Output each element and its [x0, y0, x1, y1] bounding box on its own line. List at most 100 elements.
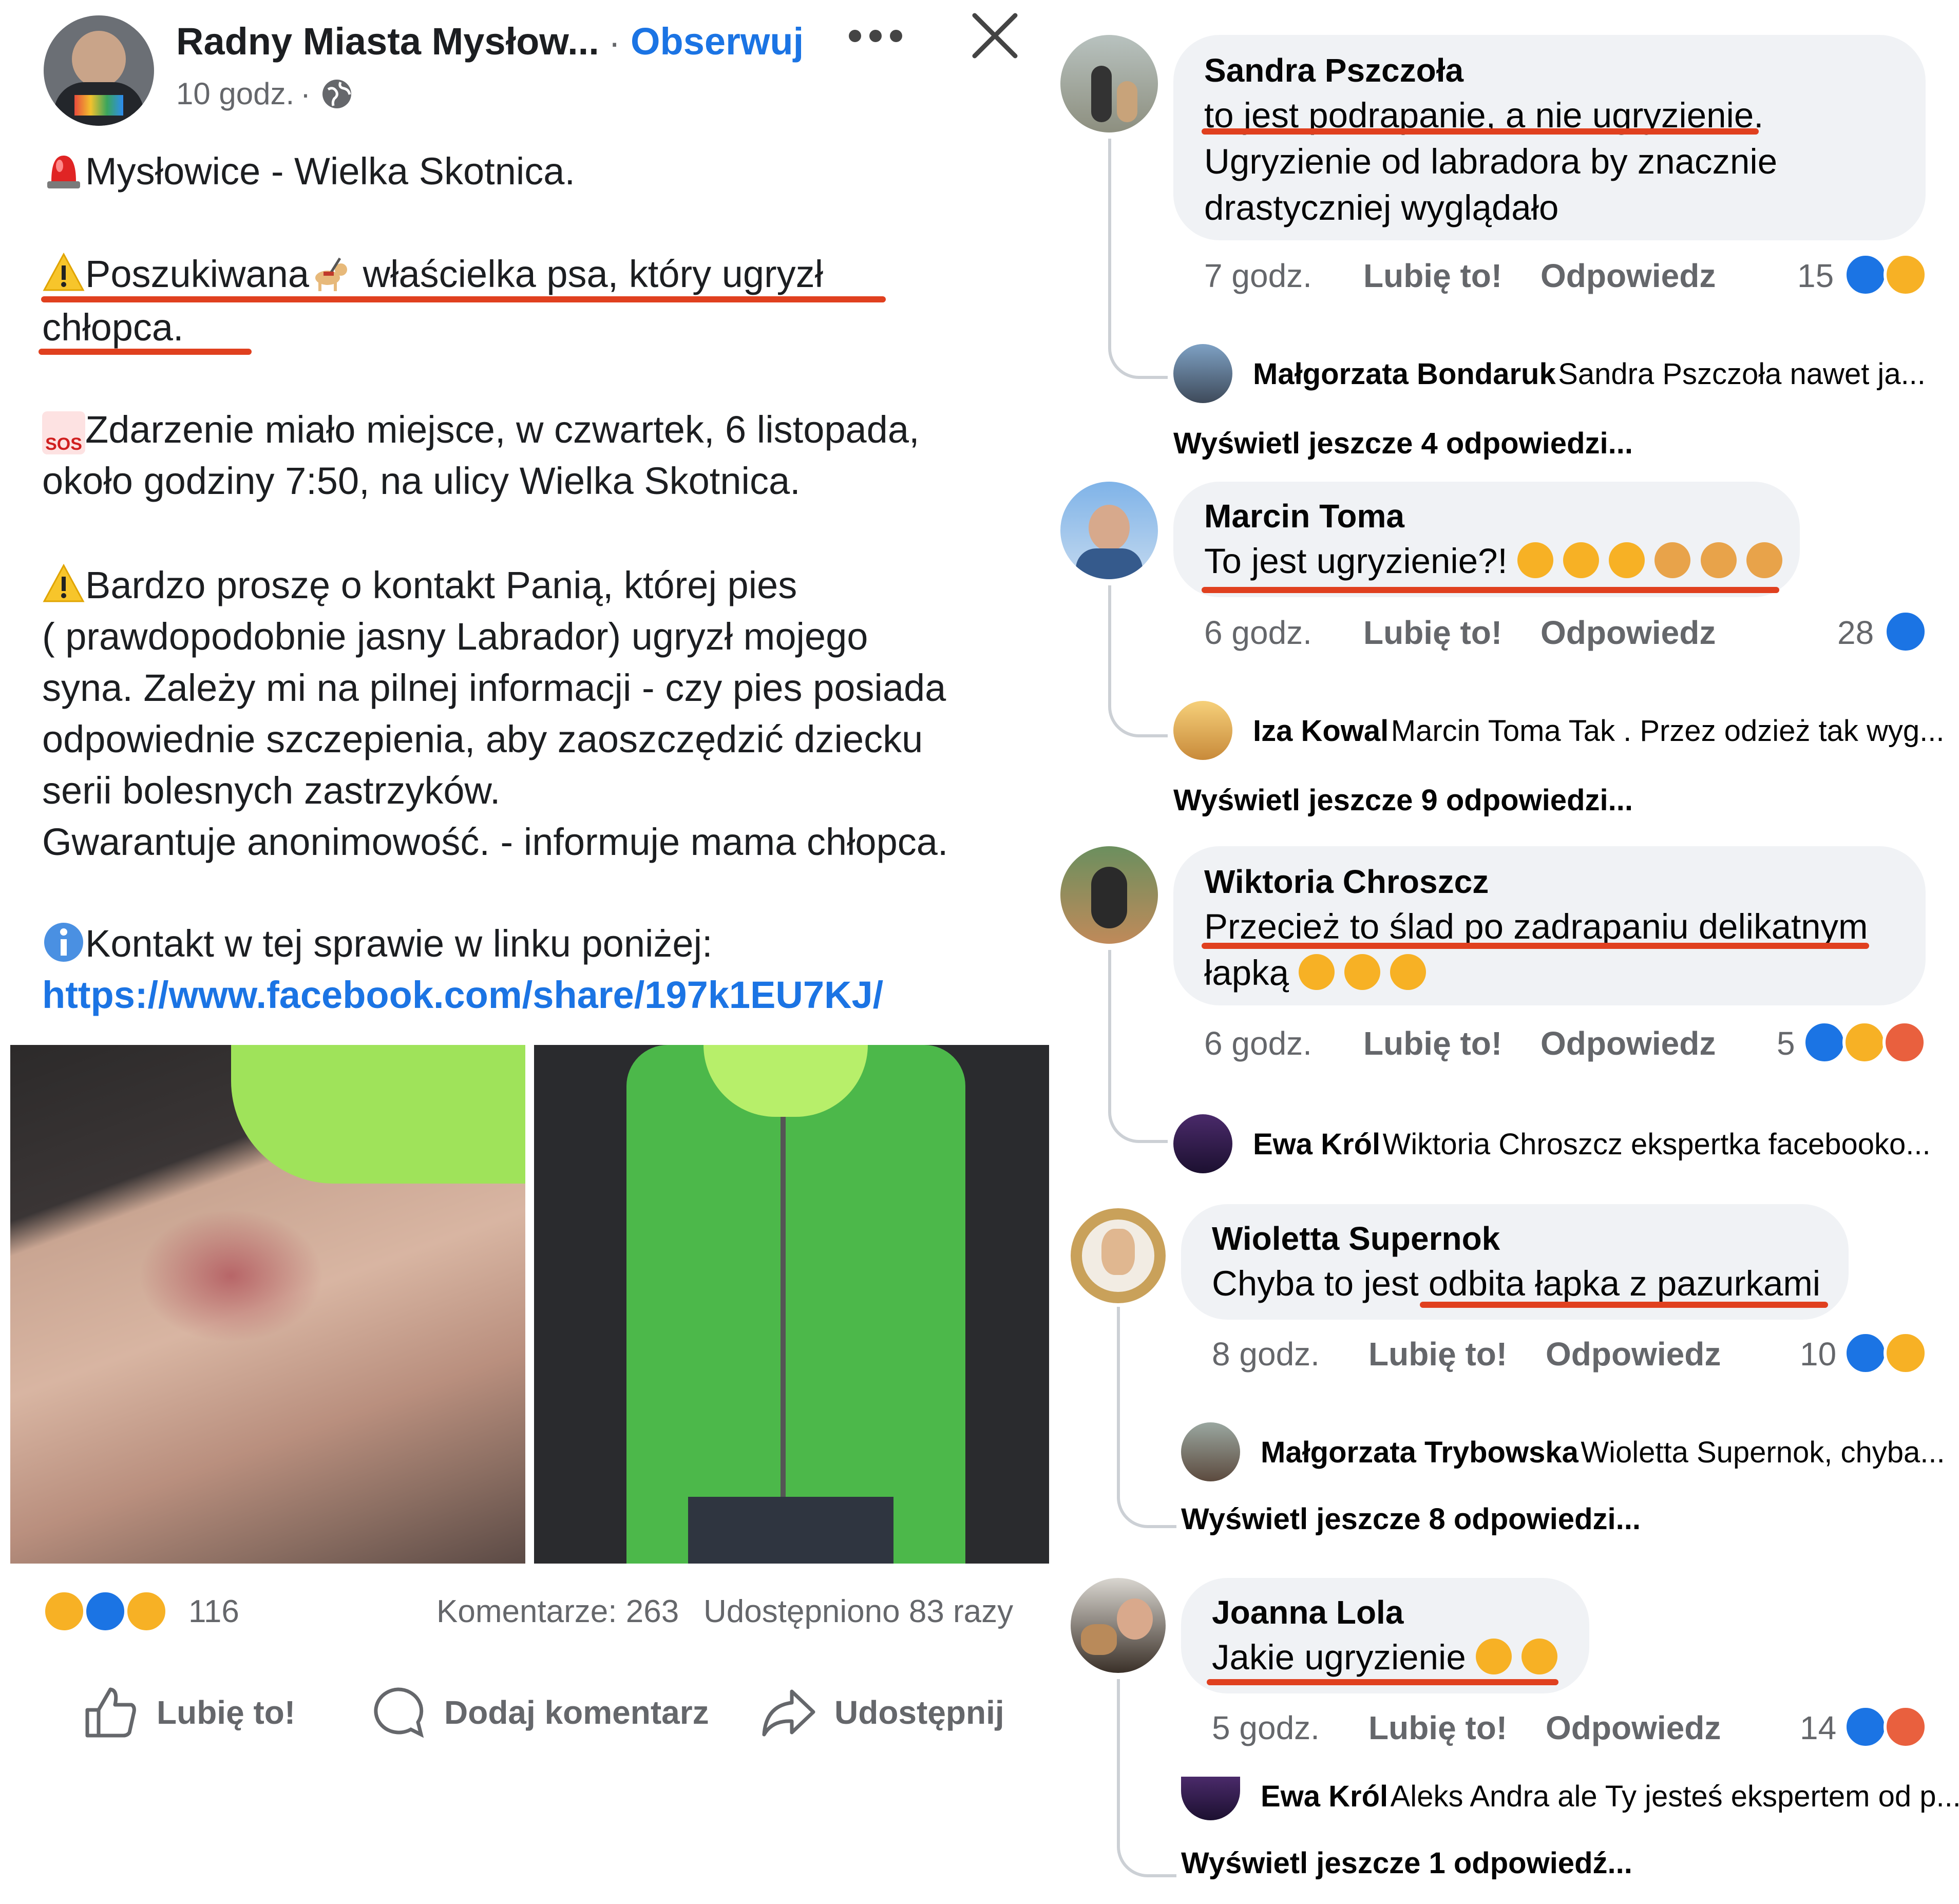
rolling-laughing-emoji-icon — [1475, 1639, 1512, 1674]
commenter-name[interactable]: Sandra Pszczoła — [1204, 51, 1463, 89]
haha-reaction-icon — [1884, 253, 1928, 297]
thread-line — [1117, 1679, 1176, 1877]
reply-avatar[interactable] — [1173, 344, 1232, 403]
comment-time[interactable]: 5 godz. — [1212, 1709, 1320, 1747]
comment-reaction-count[interactable]: 10 — [1800, 1335, 1836, 1373]
reply-avatar[interactable] — [1173, 1114, 1232, 1173]
reply-avatar[interactable] — [1181, 1422, 1240, 1481]
thread-line — [1108, 950, 1168, 1143]
sad-reaction-icon — [124, 1589, 168, 1633]
laughing-emoji-icon — [1517, 542, 1553, 578]
post-body: Mysłowice - Wielka Skotnica. — [42, 146, 1018, 197]
comment-like-button[interactable]: Lubię to! — [1363, 257, 1502, 295]
commenter-name[interactable]: Wiktoria Chroszcz — [1204, 863, 1489, 901]
reply-avatar[interactable] — [1173, 701, 1232, 760]
comment-text: Jakie ugryzienie — [1212, 1634, 1558, 1681]
view-more-replies[interactable]: Wyświetl jeszcze 9 odpowiedzi... — [1173, 783, 1633, 817]
comment-time[interactable]: 6 godz. — [1204, 1024, 1312, 1062]
thread-line — [1108, 139, 1168, 379]
post-line-1: Mysłowice - Wielka Skotnica. — [42, 146, 1018, 197]
post-timestamp[interactable]: 10 godz. — [176, 76, 294, 111]
commenter-name[interactable]: Joanna Lola — [1212, 1593, 1403, 1631]
comment-time[interactable]: 6 godz. — [1204, 614, 1312, 652]
info-icon — [42, 921, 85, 964]
commenter-avatar[interactable] — [1060, 35, 1158, 132]
comment-reaction-count[interactable]: 15 — [1797, 257, 1834, 295]
share-button[interactable]: Udostępnij — [760, 1684, 1006, 1741]
comment-like-button[interactable]: Lubię to! — [1363, 614, 1502, 652]
rolling-laughing-emoji-icon — [1521, 1639, 1558, 1674]
comment-reaction-count[interactable]: 28 — [1837, 614, 1874, 652]
like-reaction-icon — [1802, 1020, 1847, 1064]
view-more-replies[interactable]: Wyświetl jeszcze 8 odpowiedzi... — [1181, 1502, 1641, 1536]
thread-line — [1108, 585, 1168, 737]
post-author-name[interactable]: Radny Miasta Mysłow... — [176, 20, 599, 63]
like-button[interactable]: Lubię to! — [82, 1684, 298, 1741]
header-dot-separator: · — [608, 22, 621, 62]
underline-annotation — [39, 349, 252, 355]
comment-like-button[interactable]: Lubię to! — [1368, 1709, 1507, 1747]
comment-time[interactable]: 8 godz. — [1212, 1335, 1320, 1373]
facepalm-emoji-icon — [1700, 542, 1737, 578]
siren-icon — [42, 148, 85, 192]
comment-reply-button[interactable]: Odpowiedz — [1540, 614, 1716, 652]
commenter-avatar[interactable] — [1060, 846, 1158, 944]
reply-preview[interactable]: Iza Kowal Marcin Toma Tak . Przez odzież… — [1253, 714, 1944, 748]
reply-preview[interactable]: Małgorzata Bondaruk Sandra Pszczoła nawe… — [1253, 357, 1926, 391]
commenter-avatar[interactable] — [1060, 482, 1158, 579]
comment-reply-button[interactable]: Odpowiedz — [1540, 257, 1716, 295]
like-reaction-icon — [83, 1589, 127, 1633]
sos-icon: SOS — [42, 411, 85, 454]
comment-like-button[interactable]: Lubię to! — [1368, 1335, 1507, 1373]
comment-reply-button[interactable]: Odpowiedz — [1546, 1335, 1721, 1373]
like-reaction-icon — [1843, 253, 1888, 297]
reply-preview[interactable]: Ewa Król Wiktoria Chroszcz ekspertka fac… — [1253, 1127, 1931, 1162]
comment-reaction-count[interactable]: 14 — [1800, 1709, 1836, 1747]
post-line-3: chłopca. — [42, 306, 184, 349]
globe-icon — [321, 78, 353, 110]
photo-green-jacket[interactable] — [534, 1045, 1049, 1564]
comment-text: Przecież to ślad po zadrapaniu delikatny… — [1204, 907, 1868, 993]
shares-count[interactable]: Udostępniono 83 razy — [703, 1593, 1013, 1630]
commenter-name[interactable]: Wioletta Supernok — [1212, 1220, 1500, 1258]
commenter-avatar[interactable] — [1071, 1578, 1166, 1673]
laughing-emoji-icon — [1609, 542, 1645, 578]
underline-annotation — [1420, 1302, 1828, 1308]
more-icon[interactable] — [847, 28, 904, 44]
thumbs-up-icon — [85, 1687, 136, 1738]
post-paragraph-4: Kontakt w tej sprawie w linku poniżej: h… — [42, 918, 883, 1021]
comment-bubble-icon — [374, 1687, 424, 1738]
haha-reaction-icon — [42, 1589, 86, 1633]
commenter-avatar[interactable] — [1071, 1208, 1166, 1303]
comment-reply-button[interactable]: Odpowiedz — [1540, 1024, 1716, 1062]
like-reaction-icon — [1843, 1705, 1888, 1749]
guide-dog-icon — [309, 251, 352, 294]
comment-button[interactable]: Dodaj komentarz — [370, 1684, 709, 1741]
laughing-emoji-icon — [1563, 542, 1599, 578]
comment-like-button[interactable]: Lubię to! — [1363, 1024, 1502, 1062]
post-link[interactable]: https://www.facebook.com/share/197k1EU7K… — [42, 969, 883, 1021]
comments-count[interactable]: Komentarze: 263 — [436, 1593, 679, 1630]
angry-reaction-icon — [1882, 1020, 1927, 1064]
reactions-count: 116 — [188, 1594, 239, 1629]
photo-arm-scratch[interactable] — [10, 1045, 525, 1564]
reply-preview[interactable]: Ewa Król Aleks Andra ale Ty jesteś ekspe… — [1261, 1779, 1959, 1814]
underline-annotation — [1207, 1679, 1558, 1685]
view-more-replies[interactable]: Wyświetl jeszcze 4 odpowiedzi... — [1173, 426, 1633, 461]
commenter-name[interactable]: Marcin Toma — [1204, 497, 1404, 535]
comment-time[interactable]: 7 godz. — [1204, 257, 1312, 295]
comment-reaction-count[interactable]: 5 — [1777, 1024, 1795, 1062]
reply-avatar[interactable] — [1181, 1777, 1240, 1820]
reply-preview[interactable]: Małgorzata Trybowska Wioletta Supernok, … — [1261, 1435, 1945, 1470]
post-reactions-summary[interactable]: 116 — [42, 1589, 258, 1635]
author-avatar[interactable] — [44, 15, 154, 126]
warning-icon — [42, 562, 85, 605]
underline-annotation — [1202, 128, 1759, 135]
view-more-replies[interactable]: Wyświetl jeszcze 1 odpowiedź... — [1181, 1846, 1632, 1880]
post-line-2: Poszukiwana właścielka psa, który ugryzł — [42, 249, 823, 300]
close-icon[interactable] — [971, 11, 1019, 60]
comment-reply-button[interactable]: Odpowiedz — [1546, 1709, 1721, 1747]
follow-button[interactable]: Obserwuj — [631, 20, 804, 63]
rolling-laughing-emoji-icon — [1344, 954, 1381, 990]
comment-text: Chyba to jest odbita łapka z pazurkami — [1212, 1264, 1821, 1303]
